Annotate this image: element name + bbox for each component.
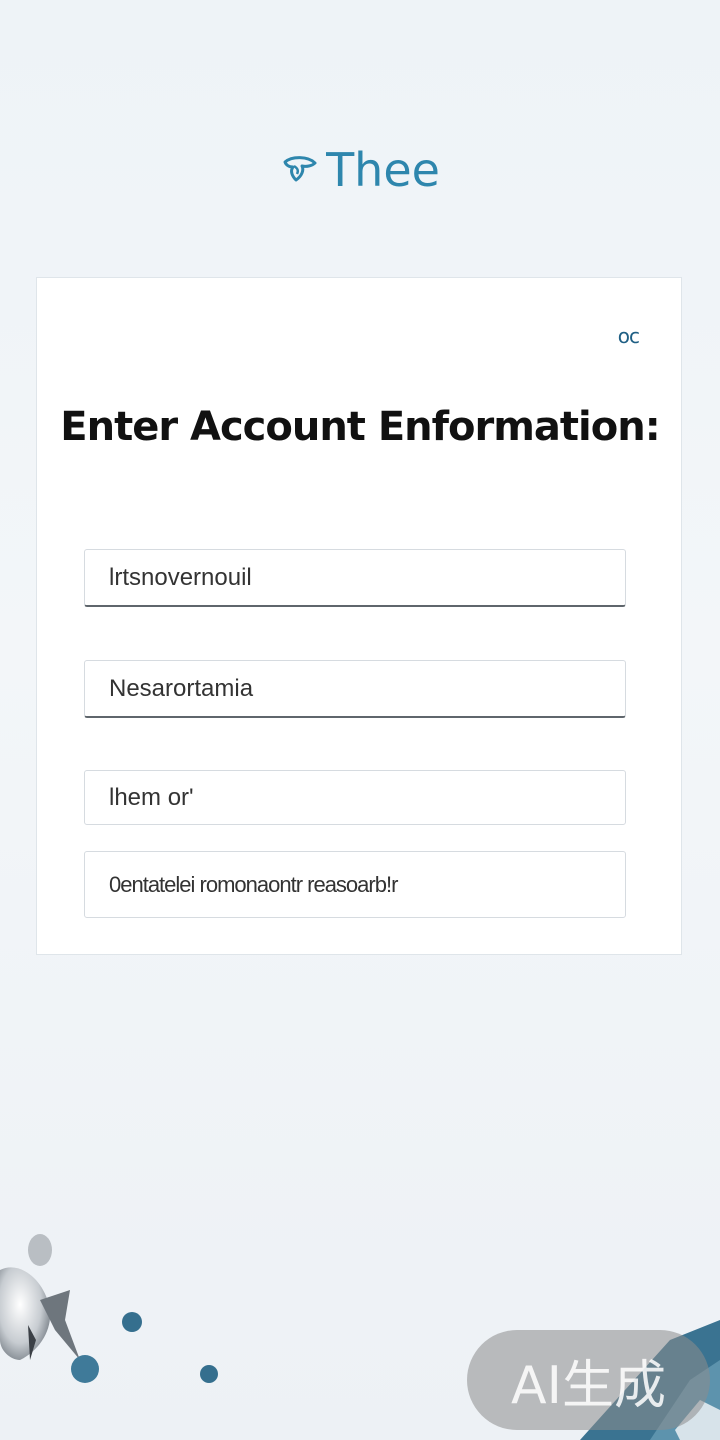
brand-name: Thee (326, 143, 440, 197)
page: Thee oc Enter Account Enformation: AI生成 (0, 0, 720, 1440)
account-field-1[interactable] (84, 549, 626, 607)
bird-illustration (0, 1234, 80, 1360)
account-field-2[interactable] (84, 660, 626, 718)
brand-header: Thee (0, 140, 720, 200)
leaf-heart-icon (280, 150, 320, 190)
decor-dot (200, 1365, 218, 1383)
card-title: Enter Account Enformation: (60, 404, 660, 450)
corner-icon[interactable]: oc (618, 324, 640, 348)
account-card: oc Enter Account Enformation: (36, 277, 682, 955)
watermark-text: AI生成 (511, 1355, 666, 1416)
account-field-4[interactable] (84, 851, 626, 918)
decor-dot (71, 1355, 99, 1383)
decor-dot (122, 1312, 142, 1332)
watermark-badge: AI生成 (467, 1330, 710, 1430)
account-field-3[interactable] (84, 770, 626, 825)
